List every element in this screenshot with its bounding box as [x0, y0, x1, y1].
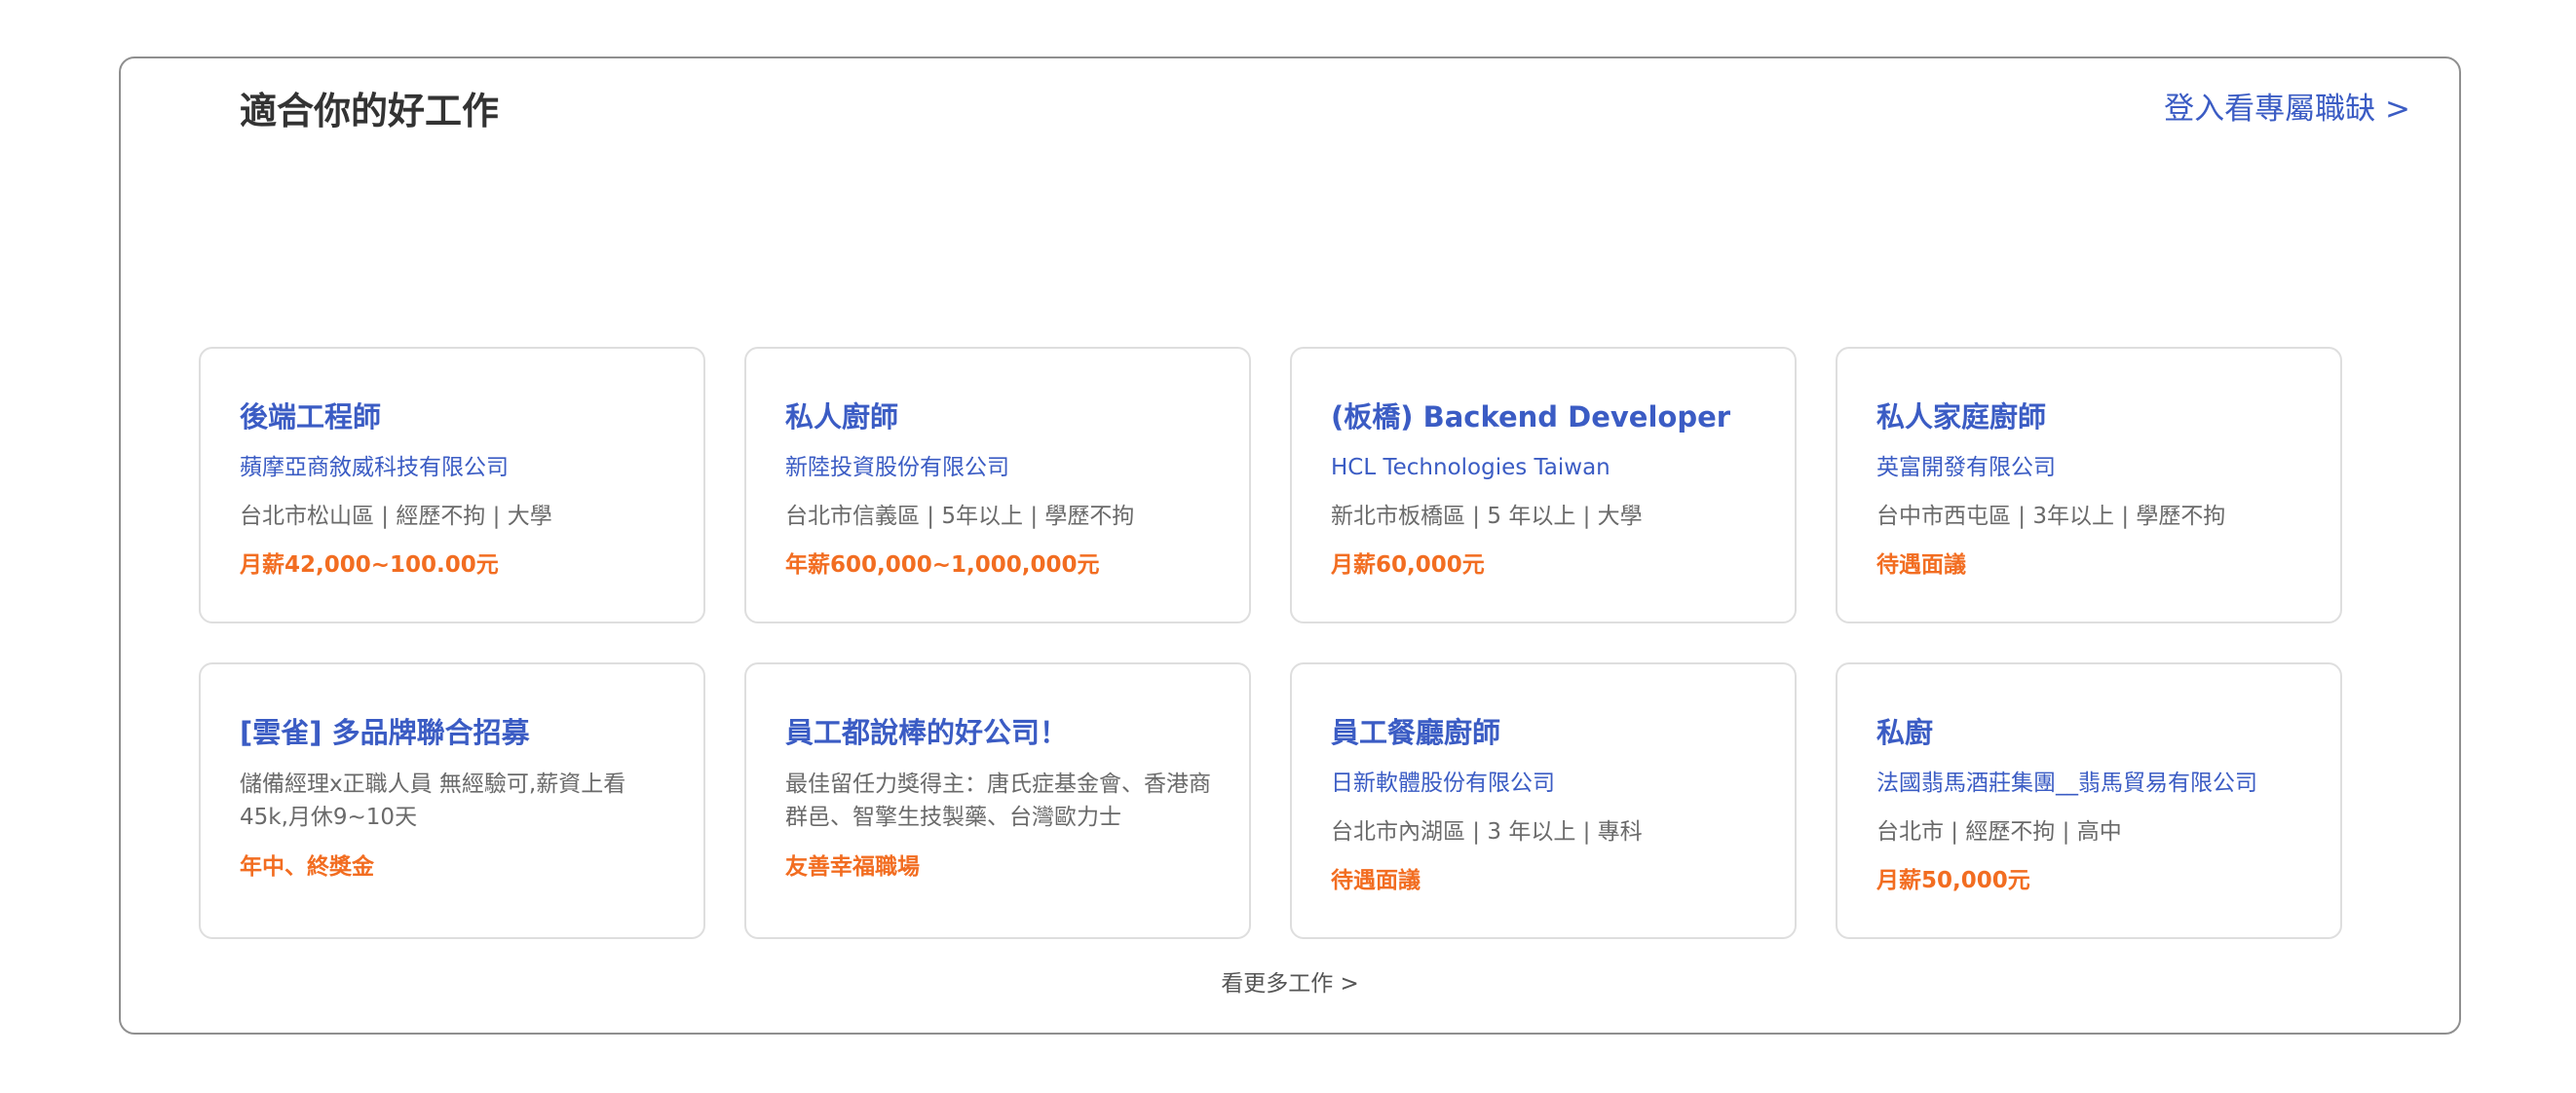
job-card[interactable]: 後端工程師 蘋摩亞商敘威科技有限公司 台北市松山區 | 經歷不拘 | 大學 月薪… — [199, 347, 705, 623]
promo-title[interactable]: [雲雀] 多品牌聯合招募 — [240, 713, 666, 752]
see-more-jobs-link[interactable]: 看更多工作 > — [121, 966, 2459, 1001]
section-title: 適合你的好工作 — [240, 90, 500, 132]
company-name[interactable]: 日新軟體股份有限公司 — [1331, 766, 1758, 801]
job-meta: 新北市板橋區 | 5 年以上 | 大學 — [1331, 504, 1643, 529]
job-title[interactable]: 私廚 — [1876, 713, 2303, 752]
job-title[interactable]: 私人廚師 — [785, 397, 1212, 436]
job-meta: 台北市松山區 | 經歷不拘 | 大學 — [240, 504, 552, 529]
job-salary: 月薪50,000元 — [1876, 868, 2030, 893]
job-recommendation-panel: 適合你的好工作 登入看專屬職缺 > 後端工程師 蘋摩亞商敘威科技有限公司 台北市… — [119, 57, 2461, 1035]
job-salary: 月薪42,000~100.00元 — [240, 552, 499, 578]
job-meta: 台中市西屯區 | 3年以上 | 學歷不拘 — [1876, 504, 2226, 529]
job-salary: 待遇面議 — [1876, 552, 1966, 578]
job-salary: 年薪600,000~1,000,000元 — [785, 552, 1100, 578]
job-meta: 台北市信義區 | 5年以上 | 學歷不拘 — [785, 504, 1135, 529]
job-card[interactable]: 私人家庭廚師 英富開發有限公司 台中市西屯區 | 3年以上 | 學歷不拘 待遇面… — [1836, 347, 2342, 623]
promo-title[interactable]: 員工都說棒的好公司！ — [785, 713, 1212, 752]
promo-description: 最佳留任力獎得主：唐氏症基金會、香港商群邑、智擎生技製藥、台灣歐力士 — [785, 772, 1211, 830]
job-title[interactable]: 後端工程師 — [240, 397, 666, 436]
login-for-personal-jobs-link[interactable]: 登入看專屬職缺 > — [2164, 80, 2410, 138]
job-title[interactable]: (板橋) Backend Developer — [1331, 397, 1758, 436]
job-salary: 月薪60,000元 — [1331, 552, 1485, 578]
job-card[interactable]: (板橋) Backend Developer HCL Technologies … — [1290, 347, 1797, 623]
job-meta: 台北市內湖區 | 3 年以上 | 專科 — [1331, 819, 1643, 845]
job-salary: 待遇面議 — [1331, 868, 1421, 893]
job-title[interactable]: 員工餐廳廚師 — [1331, 713, 1758, 752]
company-name[interactable]: HCL Technologies Taiwan — [1331, 450, 1758, 485]
company-name[interactable]: 英富開發有限公司 — [1876, 450, 2303, 485]
job-card[interactable]: 私廚 法國翡馬酒莊集團__翡馬貿易有限公司 台北市 | 經歷不拘 | 高中 月薪… — [1836, 662, 2342, 939]
job-meta: 台北市 | 經歷不拘 | 高中 — [1876, 819, 2122, 845]
promo-card[interactable]: 員工都說棒的好公司！ 最佳留任力獎得主：唐氏症基金會、香港商群邑、智擎生技製藥、… — [744, 662, 1251, 939]
company-name[interactable]: 法國翡馬酒莊集團__翡馬貿易有限公司 — [1876, 766, 2303, 801]
job-card-grid: 後端工程師 蘋摩亞商敘威科技有限公司 台北市松山區 | 經歷不拘 | 大學 月薪… — [199, 347, 2342, 939]
job-title[interactable]: 私人家庭廚師 — [1876, 397, 2303, 436]
promo-highlight: 友善幸福職場 — [785, 854, 920, 880]
company-name[interactable]: 蘋摩亞商敘威科技有限公司 — [240, 450, 666, 485]
job-card[interactable]: 員工餐廳廚師 日新軟體股份有限公司 台北市內湖區 | 3 年以上 | 專科 待遇… — [1290, 662, 1797, 939]
company-name[interactable]: 新陸投資股份有限公司 — [785, 450, 1212, 485]
promo-card[interactable]: [雲雀] 多品牌聯合招募 儲備經理x正職人員 無經驗可,薪資上看45k,月休9~… — [199, 662, 705, 939]
promo-description: 儲備經理x正職人員 無經驗可,薪資上看45k,月休9~10天 — [240, 772, 626, 830]
job-card[interactable]: 私人廚師 新陸投資股份有限公司 台北市信義區 | 5年以上 | 學歷不拘 年薪6… — [744, 347, 1251, 623]
promo-highlight: 年中、終獎金 — [240, 854, 374, 880]
